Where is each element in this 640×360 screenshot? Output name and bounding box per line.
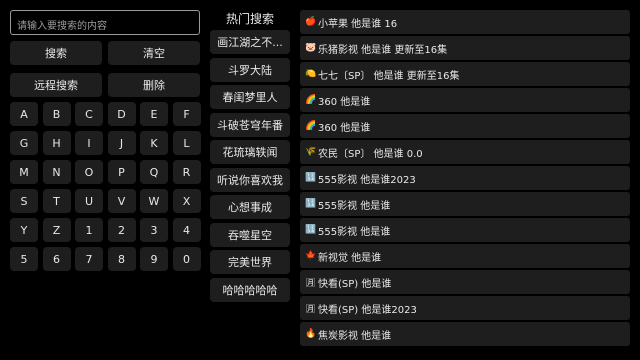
source-icon: 🈷 bbox=[305, 304, 315, 315]
key-t[interactable]: T bbox=[42, 189, 71, 213]
key-e[interactable]: E bbox=[140, 102, 168, 126]
hot-search-title: 热门搜索 bbox=[225, 12, 274, 26]
hot-search-item[interactable]: 完美世界 bbox=[210, 250, 290, 274]
delete-button[interactable]: 删除 bbox=[108, 73, 200, 97]
key-9[interactable]: 9 bbox=[140, 247, 168, 271]
search-input[interactable]: 请输入要搜索的内容 bbox=[10, 10, 200, 35]
hot-search-item[interactable]: 斗破苍穹年番 bbox=[210, 112, 290, 137]
key-7[interactable]: 7 bbox=[75, 247, 103, 271]
result-label: 焦炭影视 他是谁 bbox=[318, 330, 392, 342]
source-icon: 🍁 bbox=[305, 251, 317, 261]
result-item[interactable]: 🍁 新视觉 他是谁 bbox=[300, 244, 630, 268]
hot-search-item[interactable]: 哈哈哈哈哈 bbox=[210, 277, 290, 302]
hot-search-item[interactable]: 春闺梦里人 bbox=[210, 85, 290, 109]
result-item[interactable]: 🔢 555影视 他是谁 bbox=[300, 218, 630, 242]
result-item[interactable]: 🍎 小苹果 他是谁 16 bbox=[300, 10, 630, 34]
source-icon: 🔢 bbox=[305, 199, 317, 209]
key-8[interactable]: 8 bbox=[107, 247, 136, 271]
key-d[interactable]: D bbox=[107, 102, 136, 126]
key-0[interactable]: 0 bbox=[172, 247, 201, 271]
key-5[interactable]: 5 bbox=[10, 247, 38, 271]
result-label: 快看(SP) 他是谁2023 bbox=[318, 304, 417, 316]
result-item[interactable]: 🌈 360 他是谁 bbox=[300, 88, 630, 112]
result-label: 555影视 他是谁2023 bbox=[318, 174, 416, 186]
hot-search-item[interactable]: 吞噬星空 bbox=[210, 222, 290, 247]
clear-button[interactable]: 清空 bbox=[108, 41, 200, 65]
result-label: 新视觉 他是谁 bbox=[318, 252, 382, 264]
key-k[interactable]: K bbox=[140, 131, 168, 155]
hot-search-item[interactable]: 画江湖之不... bbox=[210, 30, 290, 54]
key-s[interactable]: S bbox=[10, 189, 38, 213]
key-l[interactable]: L bbox=[172, 131, 201, 155]
key-2[interactable]: 2 bbox=[107, 218, 136, 242]
key-n[interactable]: N bbox=[42, 160, 71, 184]
source-icon: 🌈 bbox=[305, 95, 317, 105]
source-icon: 🍋 bbox=[305, 69, 317, 79]
source-icon: 🌈 bbox=[305, 121, 317, 131]
key-a[interactable]: A bbox=[10, 102, 38, 126]
result-item[interactable]: 🈷 快看(SP) 他是谁2023 bbox=[300, 296, 630, 320]
key-c[interactable]: C bbox=[75, 102, 103, 126]
hot-search-item[interactable]: 心想事成 bbox=[210, 195, 290, 219]
source-icon: 🈷 bbox=[305, 278, 315, 289]
key-o[interactable]: O bbox=[75, 160, 103, 184]
source-icon: 🔢 bbox=[305, 173, 317, 183]
source-icon: 🔥 bbox=[305, 329, 317, 339]
result-label: 555影视 他是谁 bbox=[318, 200, 391, 212]
key-3[interactable]: 3 bbox=[140, 218, 168, 242]
key-w[interactable]: W bbox=[140, 189, 168, 213]
key-1[interactable]: 1 bbox=[75, 218, 103, 242]
result-item[interactable]: 🍋 七七〔SP〕 他是谁 更新至16集 bbox=[300, 62, 630, 86]
key-p[interactable]: P bbox=[107, 160, 136, 184]
result-item[interactable]: 🌾 农民〔SP〕 他是谁 0.0 bbox=[300, 140, 630, 164]
source-icon: 🔢 bbox=[305, 225, 317, 235]
result-label: 555影视 他是谁 bbox=[318, 226, 391, 238]
key-x[interactable]: X bbox=[172, 189, 201, 213]
result-label: 农民〔SP〕 他是谁 0.0 bbox=[318, 148, 423, 160]
result-item[interactable]: 🌈 360 他是谁 bbox=[300, 114, 630, 138]
result-item[interactable]: 🈷 快看(SP) 他是谁 bbox=[300, 270, 630, 294]
key-v[interactable]: V bbox=[107, 189, 136, 213]
result-label: 360 他是谁 bbox=[318, 122, 371, 134]
result-label: 七七〔SP〕 他是谁 更新至16集 bbox=[318, 70, 460, 82]
result-label: 小苹果 他是谁 16 bbox=[318, 18, 398, 30]
key-i[interactable]: I bbox=[75, 131, 103, 155]
result-label: 乐猪影视 他是谁 更新至16集 bbox=[318, 44, 448, 56]
key-6[interactable]: 6 bbox=[42, 247, 71, 271]
remote-search-button[interactable]: 远程搜索 bbox=[10, 73, 102, 97]
result-item[interactable]: 🐷 乐猪影视 他是谁 更新至16集 bbox=[300, 36, 630, 60]
source-icon: 🍎 bbox=[305, 17, 317, 27]
key-b[interactable]: B bbox=[42, 102, 71, 126]
result-item[interactable]: 🔢 555影视 他是谁 bbox=[300, 192, 630, 216]
key-q[interactable]: Q bbox=[140, 160, 168, 184]
key-h[interactable]: H bbox=[42, 131, 71, 155]
source-icon: 🌾 bbox=[305, 147, 317, 157]
hot-search-item[interactable]: 斗罗大陆 bbox=[210, 57, 290, 82]
result-label: 快看(SP) 他是谁 bbox=[318, 278, 392, 290]
key-m[interactable]: M bbox=[10, 160, 38, 184]
key-r[interactable]: R bbox=[172, 160, 201, 184]
hot-search-item[interactable]: 花琉璃轶闻 bbox=[210, 140, 290, 164]
source-icon: 🐷 bbox=[305, 43, 317, 53]
key-j[interactable]: J bbox=[107, 131, 136, 155]
key-4[interactable]: 4 bbox=[172, 218, 201, 242]
result-item[interactable]: 🔢 555影视 他是谁2023 bbox=[300, 166, 630, 190]
key-u[interactable]: U bbox=[75, 189, 103, 213]
key-z[interactable]: Z bbox=[42, 218, 71, 242]
result-label: 360 他是谁 bbox=[318, 96, 371, 108]
key-y[interactable]: Y bbox=[10, 218, 38, 242]
result-item[interactable]: 🔥 焦炭影视 他是谁 bbox=[300, 322, 630, 346]
key-f[interactable]: F bbox=[172, 102, 201, 126]
hot-search-item[interactable]: 听说你喜欢我 bbox=[210, 167, 290, 192]
key-g[interactable]: G bbox=[10, 131, 38, 155]
search-button[interactable]: 搜索 bbox=[10, 41, 102, 65]
search-placeholder: 请输入要搜索的内容 bbox=[17, 21, 107, 32]
